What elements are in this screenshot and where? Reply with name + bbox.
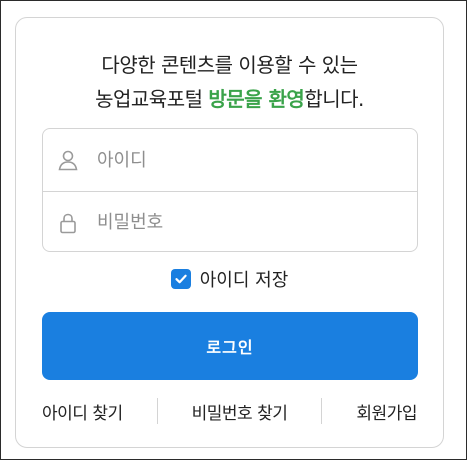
welcome-message: 다양한 콘텐츠를 이용할 수 있는 농업교육포털 방문을 환영합니다. bbox=[16, 48, 443, 116]
id-field-row bbox=[43, 129, 417, 191]
save-id-checkbox[interactable] bbox=[170, 269, 191, 289]
find-id-link[interactable]: 아이디 찾기 bbox=[42, 399, 123, 424]
welcome-line-2-prefix: 농업교육포털 bbox=[95, 87, 209, 111]
login-fields bbox=[42, 128, 418, 252]
welcome-line-2: 농업교육포털 방문을 환영합니다. bbox=[16, 82, 443, 116]
check-icon bbox=[175, 274, 187, 284]
account-links: 아이디 찾기 비밀번호 찾기 회원가입 bbox=[42, 396, 417, 426]
link-divider bbox=[156, 398, 158, 424]
password-input[interactable] bbox=[97, 212, 377, 233]
pw-field-row bbox=[43, 191, 417, 251]
signup-link[interactable]: 회원가입 bbox=[356, 399, 417, 424]
id-input[interactable] bbox=[97, 149, 377, 171]
welcome-line-1: 다양한 콘텐츠를 이용할 수 있는 bbox=[101, 53, 358, 77]
find-password-link[interactable]: 비밀번호 찾기 bbox=[192, 399, 288, 424]
login-button[interactable]: 로그인 bbox=[42, 312, 418, 380]
save-id-option: 아이디 저장 bbox=[16, 266, 443, 292]
welcome-highlight: 방문을 환영 bbox=[208, 87, 305, 111]
link-divider bbox=[321, 398, 323, 424]
user-icon bbox=[57, 149, 79, 171]
lock-icon bbox=[57, 212, 79, 234]
login-card: 다양한 콘텐츠를 이용할 수 있는 농업교육포털 방문을 환영합니다. 아이디 … bbox=[15, 17, 444, 448]
welcome-line-2-suffix: 합니다. bbox=[304, 87, 364, 111]
save-id-label[interactable]: 아이디 저장 bbox=[200, 266, 289, 292]
